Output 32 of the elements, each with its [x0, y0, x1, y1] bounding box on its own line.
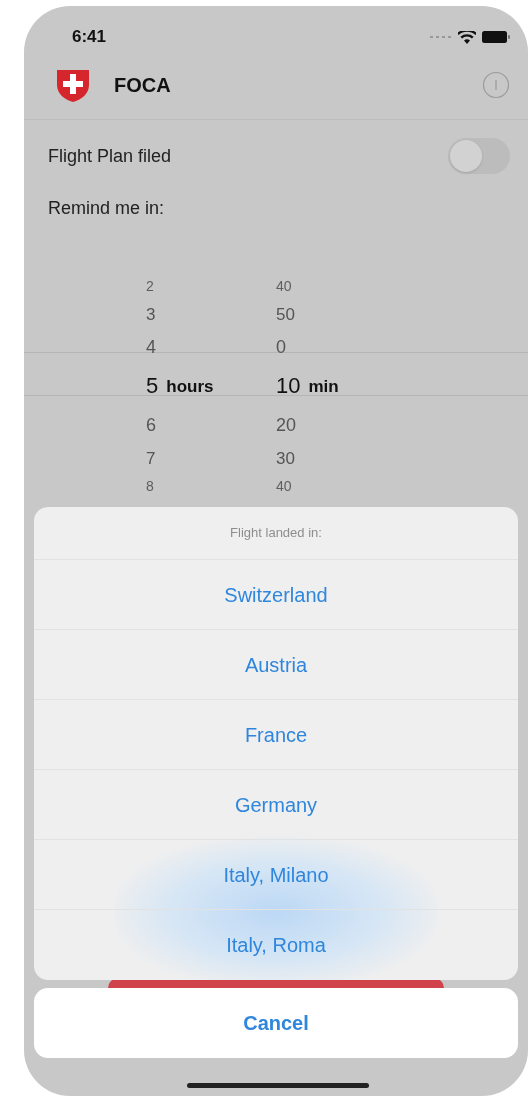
- info-icon[interactable]: [482, 70, 510, 99]
- picker-value[interactable]: 8: [146, 479, 154, 493]
- sheet-title: Flight landed in:: [230, 524, 322, 543]
- picker-value[interactable]: 40: [276, 479, 292, 493]
- picker-value[interactable]: 7: [146, 449, 156, 467]
- country-option[interactable]: Italy, Milano: [34, 840, 518, 910]
- picker-unit: min: [308, 377, 339, 395]
- battery-icon: [482, 31, 510, 43]
- picker-value[interactable]: 30: [276, 449, 295, 467]
- picker-value[interactable]: 20: [276, 416, 297, 434]
- wifi-icon: [458, 30, 476, 44]
- country-option[interactable]: Switzerland: [34, 560, 518, 630]
- cellular-signal-icon: [430, 35, 452, 39]
- status-time: 6:41: [72, 26, 107, 49]
- picker-value[interactable]: 3: [146, 305, 156, 323]
- cancel-button[interactable]: Cancel: [34, 988, 518, 1058]
- picker-value[interactable]: 6: [146, 416, 156, 434]
- toggle-switch[interactable]: [448, 138, 510, 174]
- picker-value[interactable]: 5: [146, 375, 159, 397]
- picker-unit: hours: [166, 377, 214, 395]
- picker-value[interactable]: 10: [276, 375, 301, 397]
- picker-value[interactable]: 4: [146, 338, 156, 356]
- setting-label: Flight Plan filed: [48, 144, 172, 168]
- picker-value[interactable]: 0: [276, 338, 286, 356]
- picker-value[interactable]: 2: [146, 279, 154, 293]
- app-title: FOCA: [114, 72, 171, 98]
- setting-label: Remind me in:: [48, 196, 165, 220]
- picker-value[interactable]: 50: [276, 305, 295, 323]
- country-option[interactable]: France: [34, 700, 518, 770]
- country-option[interactable]: Italy, Roma: [34, 910, 518, 980]
- country-option[interactable]: Germany: [34, 770, 518, 840]
- country-option[interactable]: Austria: [34, 630, 518, 700]
